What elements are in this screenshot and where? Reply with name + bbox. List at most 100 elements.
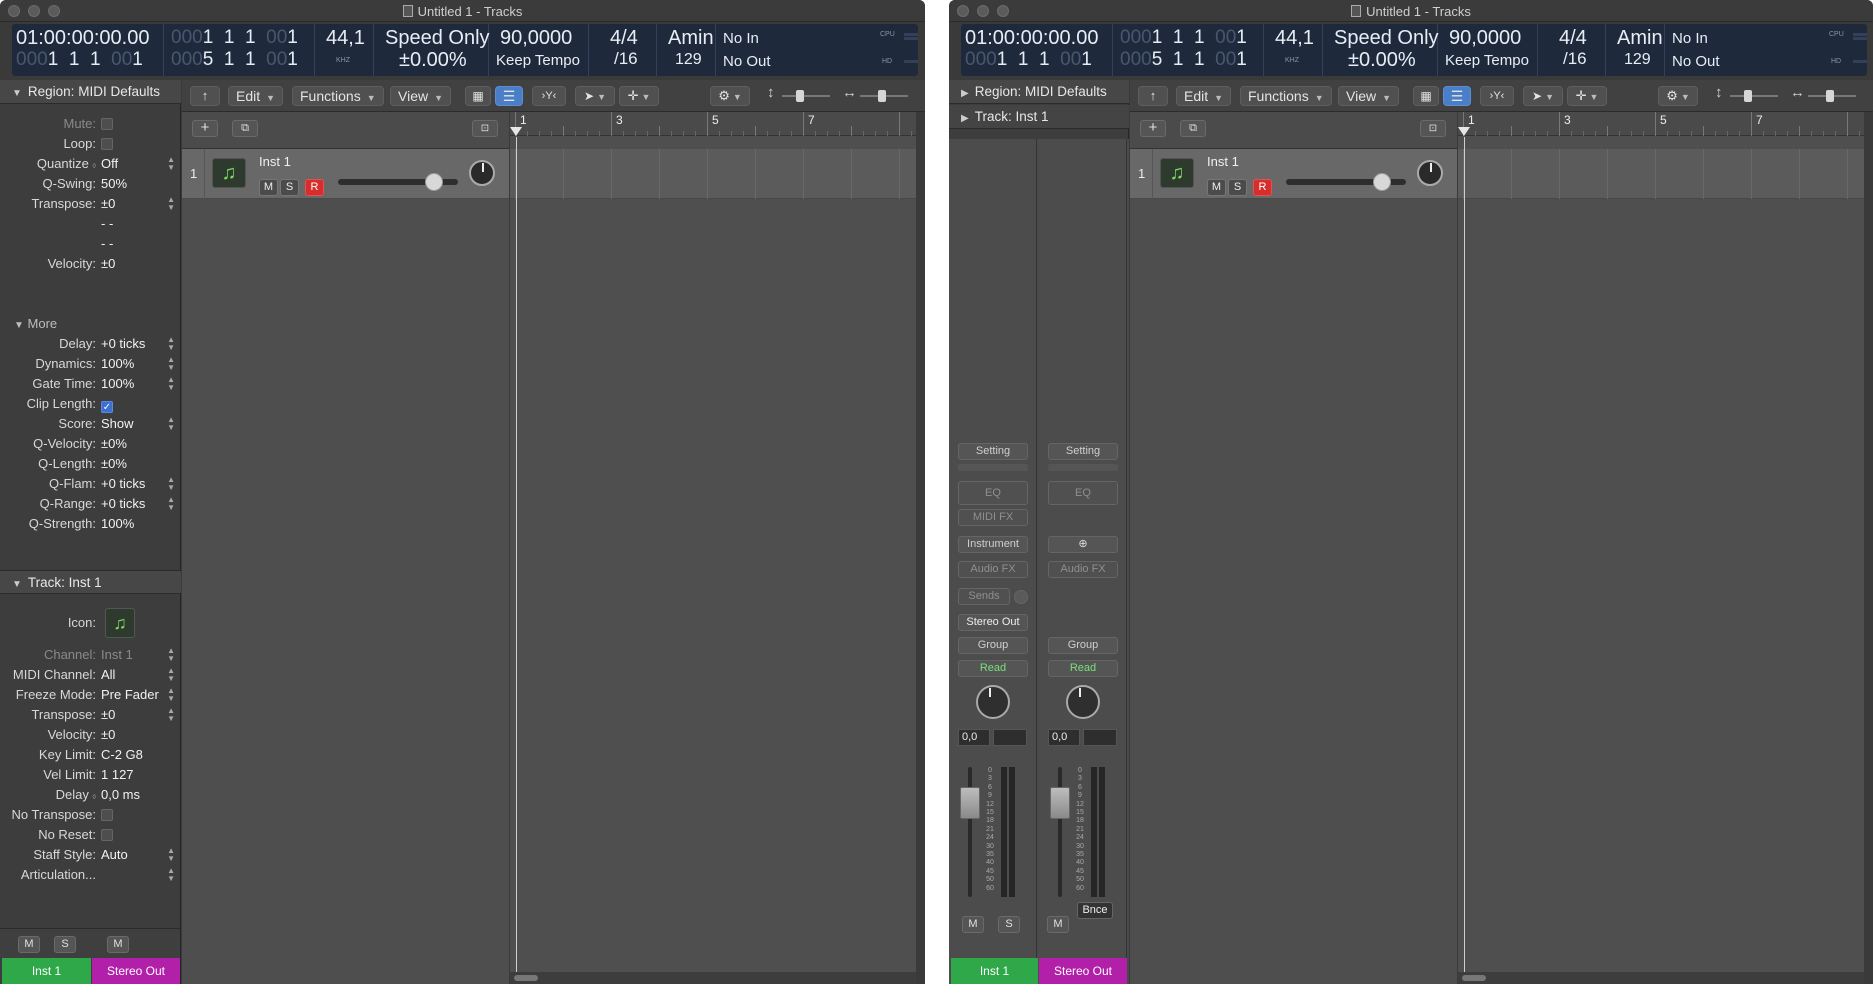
param-value[interactable]: +0 ticks (101, 494, 145, 514)
settings-gear-icon[interactable]: ⚙ ▼ (710, 86, 750, 106)
add-track-button[interactable]: + (192, 120, 218, 137)
lcd-signature[interactable]: 4/4 /16 (590, 24, 657, 76)
param-row-velocity[interactable]: Velocity: ±0 (0, 254, 181, 274)
link-icon[interactable]: ⊕ (1048, 536, 1118, 553)
param-row-dynamics[interactable]: Dynamics: 100% ▲ ▼ (0, 354, 181, 374)
horizontal-zoom-thumb[interactable] (1826, 90, 1834, 102)
channel-strip-name-inst1[interactable]: Inst 1 (2, 958, 91, 984)
pointer-tool-icon[interactable]: ➤ ▼ (1523, 86, 1563, 106)
lcd-midi-activity[interactable]: No In No Out (1666, 24, 1826, 76)
settings-gear-icon[interactable]: ⚙ ▼ (1658, 86, 1698, 106)
duplicate-track-button[interactable]: ⧉ (232, 120, 258, 137)
audio-fx-slot[interactable]: Audio FX (958, 561, 1028, 578)
track-lane[interactable] (1458, 149, 1864, 199)
midi-fx-slot[interactable]: MIDI FX (958, 509, 1028, 526)
param-row-midi-channel[interactable]: MIDI Channel: All ▲ ▼ (0, 665, 181, 685)
stepper-arrows-icon[interactable]: ▲ ▼ (167, 687, 175, 703)
track-name[interactable]: Inst 1 (259, 154, 291, 169)
param-row-gate-time[interactable]: Gate Time: 100% ▲ ▼ (0, 374, 181, 394)
list-view-icon[interactable]: ☰ (1443, 86, 1471, 106)
channel-strip-name-stereo-out[interactable]: Stereo Out (92, 958, 180, 984)
stepper-arrows-icon[interactable]: ▲ ▼ (167, 416, 175, 432)
solo-button[interactable]: S (280, 179, 299, 196)
solo-button[interactable]: S (1228, 179, 1247, 196)
sends-slot[interactable]: Sends (958, 588, 1010, 605)
param-row-velocity[interactable]: Velocity: ±0 (0, 725, 181, 745)
param-row-delay[interactable]: Delay: +0 ticks ▲ ▼ (0, 334, 181, 354)
pan-knob[interactable] (976, 685, 1010, 719)
audio-fx-slot[interactable]: Audio FX (1048, 561, 1118, 578)
lcd-varispeed[interactable]: Speed Only ±0.00% (375, 24, 490, 76)
more-disclosure[interactable]: ▼ More (0, 314, 181, 334)
param-row-quantize[interactable]: Quantize ◊ Off ▲ ▼ (0, 154, 181, 174)
control-bar-lcd[interactable]: 01:00:00:00.00 0001 1 1 001 0001 1 1 001… (961, 24, 1867, 76)
param-row-q-strength[interactable]: Q-Strength: 100% (0, 514, 181, 534)
mute-button[interactable]: M (1207, 179, 1226, 196)
stepper-arrows-icon[interactable]: ▲ ▼ (167, 376, 175, 392)
lcd-sample-rate[interactable]: 44,1 KHZ (316, 24, 374, 76)
solo-button[interactable]: S (998, 916, 1020, 933)
automation-read-button[interactable]: Read (958, 660, 1028, 677)
channel-strip-name-inst1[interactable]: Inst 1 (951, 958, 1038, 984)
param-row-vel-limit[interactable]: Vel Limit: 1 127 (0, 765, 181, 785)
vertical-zoom-thumb[interactable] (1744, 90, 1752, 102)
param-value[interactable]: Show (101, 414, 134, 434)
param-value[interactable]: Inst 1 (101, 645, 133, 665)
stepper-arrows-icon[interactable]: ▲ ▼ (167, 847, 175, 863)
volume-fader[interactable] (960, 787, 980, 819)
volume-knob[interactable] (1373, 173, 1391, 191)
bar-ruler[interactable]: 1 3 5 7 (510, 112, 924, 136)
param-row-q-velocity[interactable]: Q-Velocity: ±0% (0, 434, 181, 454)
output-slot[interactable]: Stereo Out (958, 614, 1028, 631)
param-row-freeze-mode[interactable]: Freeze Mode: Pre Fader ▲ ▼ (0, 685, 181, 705)
param-row-transpose[interactable]: Transpose: ±0 ▲ ▼ (0, 705, 181, 725)
list-view-icon[interactable]: ☰ (495, 86, 523, 106)
param-row-q-flam[interactable]: Q-Flam: +0 ticks ▲ ▼ (0, 474, 181, 494)
pointer-tool-icon[interactable]: ➤ ▼ (575, 86, 615, 106)
vertical-zoom-slider[interactable] (1730, 95, 1778, 97)
eq-display[interactable]: EQ (1048, 481, 1118, 505)
lcd-midi-activity[interactable]: No In No Out (717, 24, 877, 76)
instrument-slot[interactable]: Instrument (958, 536, 1028, 553)
param-row-channel[interactable]: Channel: Inst 1 ▲ ▼ (0, 645, 181, 665)
param-row-blank[interactable]: - - (0, 214, 181, 234)
control-bar-lcd[interactable]: 01:00:00:00.00 0001 1 1 001 0001 1 1 001… (12, 24, 918, 76)
param-value[interactable]: 100% (101, 354, 134, 374)
volume-fader[interactable] (1050, 787, 1070, 819)
pan-knob[interactable] (1417, 160, 1443, 186)
mute-button[interactable]: M (18, 936, 40, 953)
bar-ruler[interactable]: 1 3 5 7 (1458, 112, 1872, 136)
stepper-arrows-icon[interactable]: ▲ ▼ (167, 867, 175, 883)
param-value[interactable]: Auto (101, 845, 128, 865)
stepper-arrows-icon[interactable]: ▲ ▼ (167, 667, 175, 683)
group-slot[interactable]: Group (958, 637, 1028, 654)
duplicate-track-button[interactable]: ⧉ (1180, 120, 1206, 137)
grid-view-icon[interactable]: ▦ (465, 86, 491, 106)
checkbox-checked[interactable]: ✓ (101, 401, 113, 413)
music-note-icon[interactable]: ♫ (1160, 158, 1194, 188)
param-row-no-transpose[interactable]: No Transpose: (0, 805, 181, 825)
playhead-marker[interactable] (510, 127, 522, 136)
mute-button[interactable]: M (259, 179, 278, 196)
view-menu[interactable]: View ▼ (390, 86, 452, 106)
param-row-q-range[interactable]: Q-Range: +0 ticks ▲ ▼ (0, 494, 181, 514)
param-row-loop[interactable]: Loop: (0, 134, 181, 154)
param-value[interactable]: +0 ticks (101, 474, 145, 494)
lcd-locators[interactable]: 0001 1 1 001 0005 1 1 001 (165, 24, 315, 76)
param-row-q-length[interactable]: Q-Length: ±0% (0, 454, 181, 474)
lcd-tempo[interactable]: 90,0000 Keep Tempo (490, 24, 589, 76)
stepper-arrows-icon[interactable]: ▲ ▼ (167, 496, 175, 512)
param-row-key-limit[interactable]: Key Limit: C-2 G8 (0, 745, 181, 765)
param-row-clip-length[interactable]: Clip Length: ✓ (0, 394, 181, 414)
crosshair-tool-icon[interactable]: ✛ ▼ (619, 86, 659, 106)
region-inspector-header[interactable]: ▶ Region: MIDI Defaults (949, 80, 1129, 104)
channel-strip-name-stereo-out[interactable]: Stereo Out (1039, 958, 1127, 984)
solo-button[interactable]: S (54, 936, 76, 953)
catch-playhead-icon[interactable]: ›Y‹ (1480, 86, 1514, 106)
track-header[interactable]: 1 ♫ Inst 1 M S R (182, 149, 509, 199)
add-track-button[interactable]: + (1140, 120, 1166, 137)
param-row-mute[interactable]: Mute: (0, 114, 181, 134)
lcd-varispeed[interactable]: Speed Only ±0.00% (1324, 24, 1439, 76)
group-slot[interactable]: Group (1048, 637, 1118, 654)
checkbox[interactable] (101, 809, 113, 821)
